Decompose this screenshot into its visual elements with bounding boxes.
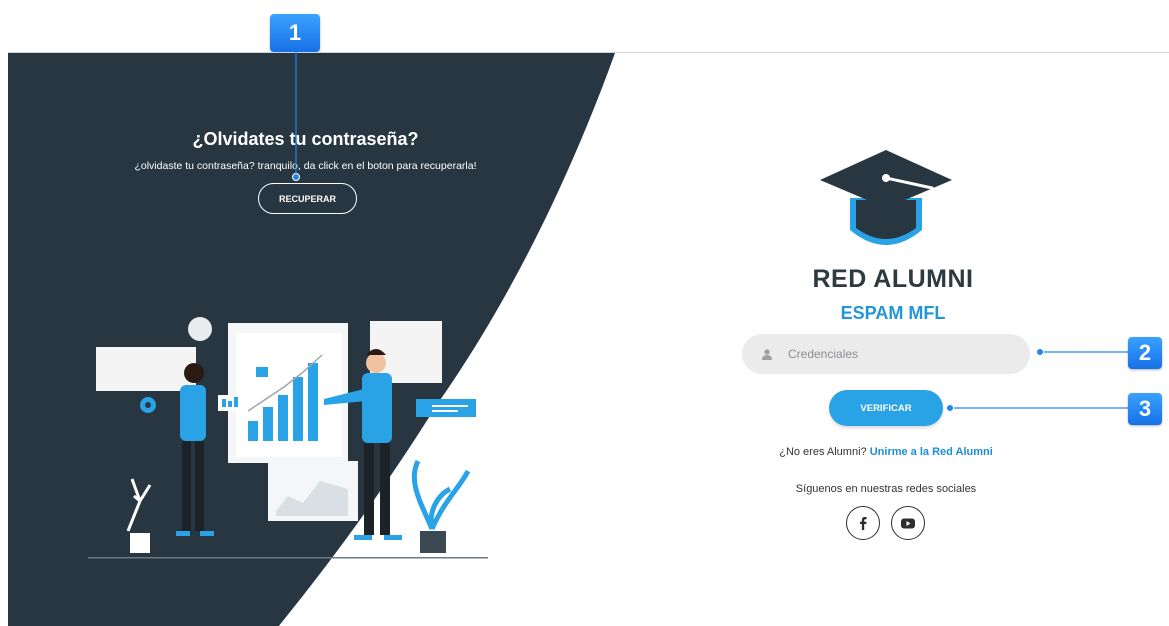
- youtube-button[interactable]: [891, 506, 925, 540]
- credentials-placeholder: Credenciales: [788, 347, 859, 361]
- join-line: ¿No eres Alumni? Unirme a la Red Alumni: [708, 446, 1064, 458]
- brand-title: RED ALUMNI: [812, 265, 974, 293]
- join-prefix: ¿No eres Alumni?: [779, 446, 867, 458]
- presentation-illustration: [88, 317, 488, 559]
- user-icon: [762, 348, 772, 360]
- recover-button[interactable]: RECUPERAR: [258, 183, 357, 214]
- verify-button[interactable]: VERIFICAR: [829, 390, 943, 426]
- facebook-icon: [860, 517, 867, 530]
- graduation-cap-icon: [820, 150, 952, 245]
- callout-3: 3: [1128, 393, 1162, 425]
- forgot-password-title: ¿Olvidates tu contraseña?: [192, 129, 419, 149]
- callout-1: 1: [270, 14, 320, 52]
- join-link[interactable]: Unirme a la Red Alumni: [870, 446, 993, 458]
- follow-text: Síguenos en nuestras redes sociales: [795, 483, 977, 495]
- brand-subtitle: ESPAM MFL: [840, 303, 946, 323]
- credentials-input[interactable]: Credenciales: [742, 334, 1030, 374]
- youtube-icon: [901, 518, 915, 528]
- login-page: · · · · · · · · · · · · · · · · · · · · · · ·…: [8, 52, 1169, 626]
- forgot-password-subtitle: ¿olvidaste tu contraseña? tranquilo, da …: [134, 160, 477, 172]
- callout-2: 2: [1128, 337, 1162, 369]
- facebook-button[interactable]: [846, 506, 880, 540]
